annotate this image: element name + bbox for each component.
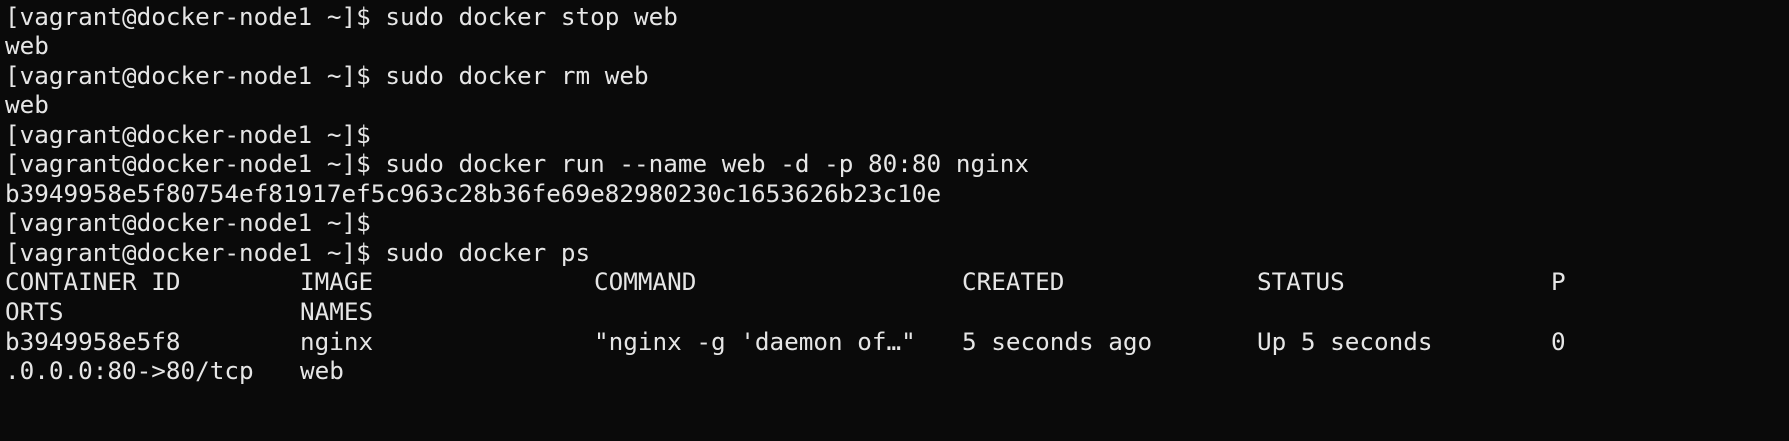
ps-cell-ports-rest: .0.0.0:80->80/tcp	[5, 356, 254, 385]
ps-header-created: CREATED	[962, 267, 1065, 296]
ps-header-names: NAMES	[300, 297, 374, 326]
terminal-line: web	[5, 31, 49, 60]
ps-cell-ports-start: 0	[1551, 327, 1566, 356]
ps-cell-status: Up 5 seconds	[1257, 327, 1433, 356]
terminal-line: web	[5, 90, 49, 119]
ps-cell-container-id: b3949958e5f8	[5, 327, 181, 356]
terminal-line: [vagrant@docker-node1 ~]$	[5, 120, 371, 149]
ps-header-container-id: CONTAINER ID	[5, 267, 181, 296]
ps-data-row-wrap: .0.0.0:80->80/tcp web	[5, 356, 344, 386]
ps-header-row-wrap: ORTS NAMES	[5, 297, 373, 327]
ps-cell-image: nginx	[300, 327, 374, 356]
terminal-line: [vagrant@docker-node1 ~]$ sudo docker ru…	[5, 149, 1029, 178]
ps-header-status: STATUS	[1257, 267, 1345, 296]
ps-header-row: CONTAINER ID IMAGE COMMAND CREATED STATU…	[5, 267, 1566, 297]
terminal-window[interactable]: [vagrant@docker-node1 ~]$ sudo docker st…	[0, 0, 1789, 441]
terminal-line: [vagrant@docker-node1 ~]$ sudo docker ps	[5, 238, 591, 267]
terminal-line: [vagrant@docker-node1 ~]$	[5, 208, 371, 237]
terminal-line: [vagrant@docker-node1 ~]$ sudo docker rm…	[5, 61, 649, 90]
ps-cell-created: 5 seconds ago	[962, 327, 1153, 356]
ps-data-row: b3949958e5f8 nginx "nginx -g 'daemon of……	[5, 327, 1566, 357]
terminal-line: [vagrant@docker-node1 ~]$ sudo docker st…	[5, 2, 678, 31]
terminal-line: b3949958e5f80754ef81917ef5c963c28b36fe69…	[5, 179, 942, 208]
ps-header-command: COMMAND	[594, 267, 697, 296]
ps-header-ports-rest: ORTS	[5, 297, 64, 326]
ps-cell-command: "nginx -g 'daemon of…"	[594, 327, 916, 356]
ps-header-image: IMAGE	[300, 267, 374, 296]
ps-header-ports-start: P	[1551, 267, 1566, 296]
ps-cell-names: web	[300, 356, 344, 385]
